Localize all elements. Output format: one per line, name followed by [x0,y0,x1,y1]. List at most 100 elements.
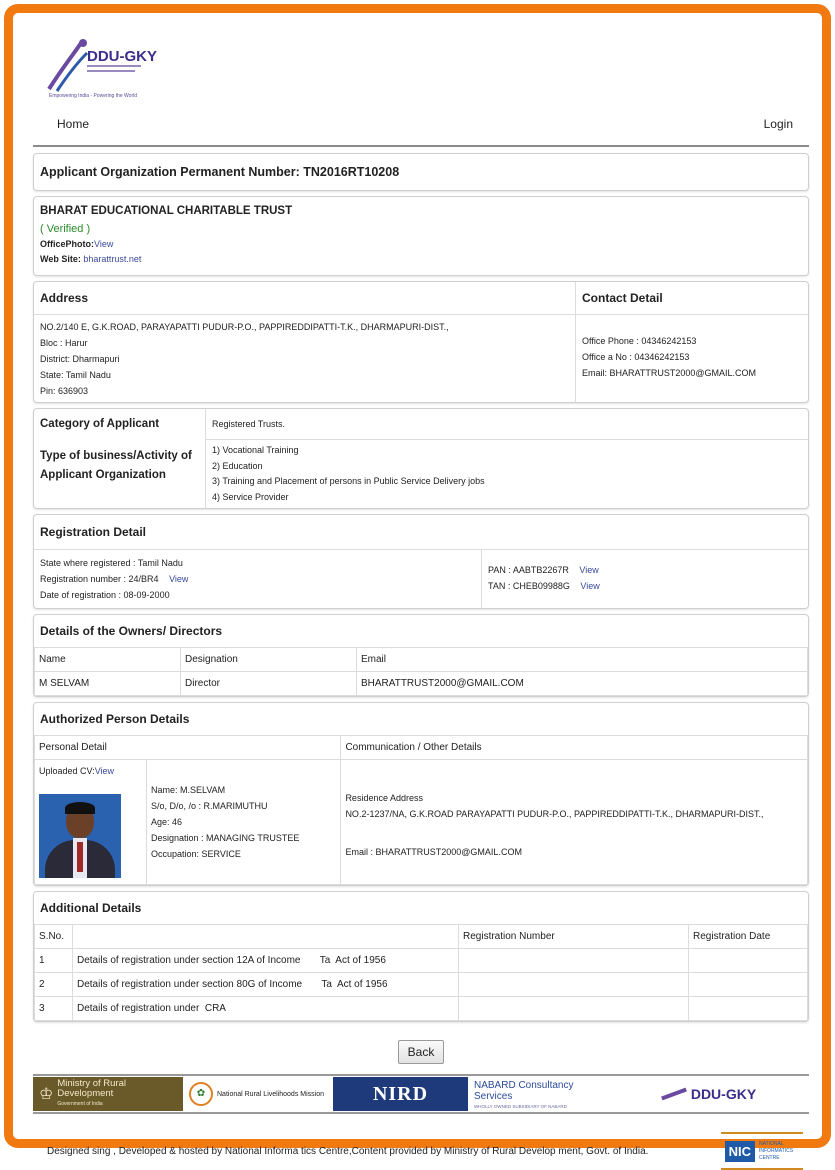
address-line: NO.2/140 E, G.K.ROAD, PARAYAPATTI PUDUR-… [40,322,449,332]
emblem-icon: ♔ [39,1086,54,1103]
owners-header-row: Name Designation Email [34,647,808,672]
activity-item: 3) Training and Placement of persons in … [212,476,485,486]
residence-label: Residence Address [345,793,423,803]
ddugky-footer-logo[interactable]: DDU-GKY [608,1077,809,1111]
activity-item: 4) Service Provider [212,491,289,502]
nic-logo[interactable]: NIC NATIONAL INFORMATICS CENTRE [720,1132,803,1170]
owners-panel: Details of the Owners/ Directors Name De… [33,614,809,697]
svg-text:DDU-GKY: DDU-GKY [87,48,157,65]
contact-fax: Office a No : 04346242153 [582,352,690,362]
additional-header-desc [72,924,459,949]
nrlm-logo[interactable]: ✿ National Rural Livelihoods Mission [183,1077,333,1111]
activity-item: 2) Education [212,460,263,471]
authorized-title: Authorized Person Details [40,712,190,726]
ddugky-logo[interactable]: DDU-GKY Empowering India - Powering the … [33,23,809,103]
category-value: Registered Trusts. [206,409,808,440]
category-panel: Category of Applicant Type of business/A… [33,408,809,509]
owner-email: BHARATTRUST2000@GMAIL.COM [356,671,808,696]
website-link[interactable]: bharattrust.net [83,254,141,264]
residence-address: NO.2-1237/NA, G.K.ROAD PARAYAPATTI PUDUR… [345,809,764,819]
address-district: District: Dharmapuri [40,354,120,364]
table-row: M SELVAM Director BHARATTRUST2000@GMAIL.… [34,671,808,696]
address-state: State: Tamil Nadu [40,370,111,380]
business-type-label: Type of business/Activity of Applicant O… [40,450,192,481]
permanent-number-panel: Applicant Organization Permanent Number:… [33,153,809,191]
pan-number: PAN : AABTB2267R [488,565,569,575]
organization-name: BHARAT EDUCATIONAL CHARITABLE TRUST [40,205,293,217]
owners-title: Details of the Owners/ Directors [40,624,223,638]
nabard-logo[interactable]: NABARD Consultancy Services WHOLLY OWNED… [468,1077,608,1111]
contact-email: Email: BHARATTRUST2000@GMAIL.COM [582,368,757,378]
page-frame: DDU-GKY Empowering India - Powering the … [4,4,831,1170]
owners-header-designation: Designation [180,647,357,672]
ddugky-swoosh-icon [660,1087,687,1101]
additional-header-regnum: Registration Number [458,924,689,949]
verified-status: ( Verified ) [40,223,91,235]
row-regnum [458,948,689,973]
additional-header-sno: S.No. [34,924,73,949]
row-sno: 2 [34,972,73,997]
owner-name: M SELVAM [34,671,181,696]
person-occupation: Occupation: SERVICE [151,849,241,859]
cv-label: Uploaded CV: [39,766,95,776]
owners-header-name: Name [34,647,181,672]
page-content: DDU-GKY Empowering India - Powering the … [33,23,809,1170]
table-row: 3 Details of registration under CRA [34,996,808,1021]
additional-header-regdate: Registration Date [688,924,808,949]
communication-header: Communication / Other Details [340,735,808,760]
cv-view-link[interactable]: View [95,766,114,776]
additional-header-row: S.No. Registration Number Registration D… [34,924,808,949]
row-regdate [688,948,808,973]
activities-list: 1) Vocational Training 2) Education 3) T… [206,440,808,508]
registration-date: Date of registration : 08-09-2000 [40,590,170,600]
organization-panel: BHARAT EDUCATIONAL CHARITABLE TRUST ( Ve… [33,196,809,276]
tan-view-link[interactable]: View [580,581,599,591]
nav-login[interactable]: Login [764,117,793,131]
registration-number: Registration number : 24/BR4 [40,574,159,584]
contact-title: Contact Detail [576,282,808,315]
row-sno: 1 [34,948,73,973]
office-photo-link[interactable]: View [94,239,113,249]
office-photo-label: OfficePhoto: [40,239,94,249]
top-navbar: Home Login [33,103,809,147]
row-regnum [458,972,689,997]
tan-number: TAN : CHEB09988G [488,581,570,591]
row-regdate [688,996,808,1021]
permanent-number-label: Applicant Organization Permanent Number: [40,165,300,179]
row-desc: Details of registration under CRA [72,996,459,1021]
ministry-logo[interactable]: ♔ Ministry of Rural Development Governme… [33,1077,183,1111]
row-regnum [458,996,689,1021]
owners-header-email: Email [356,647,808,672]
activity-item: 1) Vocational Training [212,445,299,455]
row-sno: 3 [34,996,73,1021]
additional-table: S.No. Registration Number Registration D… [34,924,808,1021]
person-photo [39,794,121,878]
website-label: Web Site: [40,254,81,264]
person-designation: Designation : MANAGING TRUSTEE [151,833,300,843]
svg-text:Empowering India - Powering th: Empowering India - Powering the World [49,93,137,99]
footer-credit-row: Designed sing , Developed & hosted by Na… [33,1132,809,1170]
address-bloc: Bloc : Harur [40,338,88,348]
registration-state: State where registered : Tamil Nadu [40,558,183,568]
table-row: 1 Details of registration under section … [34,948,808,973]
address-pin: Pin: 636903 [40,386,89,396]
contact-section: Contact Detail Office Phone : 0434624215… [576,282,808,402]
contact-phone: Office Phone : 04346242153 [582,336,697,346]
person-age: Age: 46 [151,817,183,827]
person-name: Name: M.SELVAM [151,785,226,795]
back-button[interactable]: Back [397,1040,445,1064]
registration-title: Registration Detail [34,515,808,550]
row-desc: Details of registration under section 12… [72,948,459,973]
pan-view-link[interactable]: View [579,565,598,575]
nrlm-icon: ✿ [189,1082,213,1106]
registration-view-link[interactable]: View [169,574,188,584]
permanent-number-value: TN2016RT10208 [303,165,400,179]
category-label: Category of Applicant [40,418,160,430]
nird-logo[interactable]: NIRD [333,1077,468,1111]
owner-designation: Director [180,671,357,696]
nav-home[interactable]: Home [57,117,89,131]
table-row: 2 Details of registration under section … [34,972,808,997]
partner-logos-band: ♔ Ministry of Rural Development Governme… [33,1074,809,1114]
authorized-table: Personal Detail Communication / Other De… [34,735,808,885]
person-email: Email : BHARATTRUST2000@GMAIL.COM [345,847,522,857]
